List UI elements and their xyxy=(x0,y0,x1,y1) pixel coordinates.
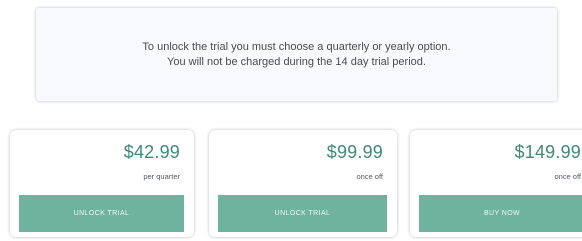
plan-period: once off xyxy=(554,172,581,181)
plan-card-once-off: $99.99 once off UNLOCK TRIAL xyxy=(209,130,397,237)
plan-price: $42.99 xyxy=(123,142,180,162)
trial-notice-line-2: You will not be charged during the 14 da… xyxy=(167,55,426,68)
plan-card-buy: $149.99 once off BUY NOW xyxy=(410,130,582,237)
plan-price: $149.99 xyxy=(514,142,581,162)
trial-notice-box: To unlock the trial you must choose a qu… xyxy=(36,8,557,101)
unlock-trial-button[interactable]: UNLOCK TRIAL xyxy=(19,195,184,232)
plan-card-quarterly: $42.99 per quarter UNLOCK TRIAL xyxy=(10,130,194,237)
buy-now-button[interactable]: BUY NOW xyxy=(419,195,582,232)
plan-period: once off xyxy=(356,172,383,181)
trial-notice-line-1: To unlock the trial you must choose a qu… xyxy=(142,40,451,53)
plan-period: per quarter xyxy=(143,172,180,181)
unlock-trial-button[interactable]: UNLOCK TRIAL xyxy=(218,195,387,232)
plan-price: $99.99 xyxy=(326,142,383,162)
